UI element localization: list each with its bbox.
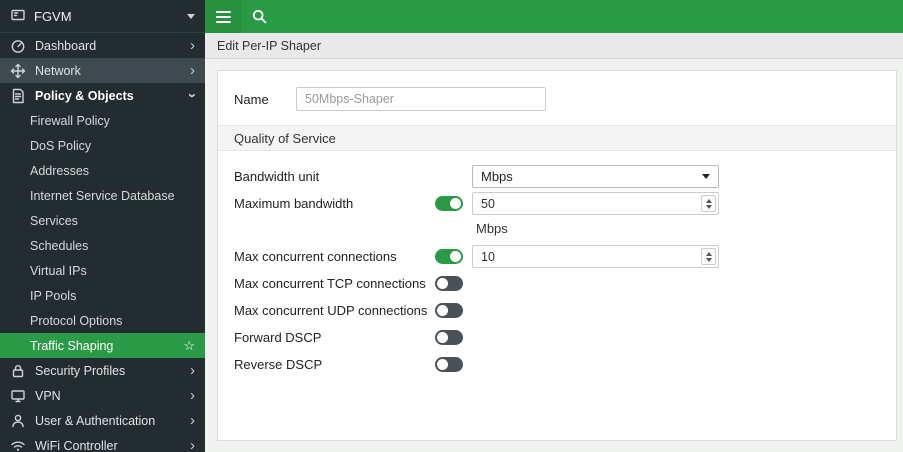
bandwidth-unit-suffix-row: Mbps (234, 217, 880, 239)
submenu-label: IP Pools (30, 288, 77, 303)
sidebar-item-vpn[interactable]: VPN › (0, 383, 205, 408)
menu-toggle-button[interactable] (205, 0, 241, 33)
sidebar-item-virtual-ips[interactable]: Virtual IPs (0, 258, 205, 283)
sidebar-item-schedules[interactable]: Schedules (0, 233, 205, 258)
chevron-right-icon: › (190, 37, 195, 54)
max-concurrent-udp-toggle[interactable] (435, 303, 463, 318)
section-title: Quality of Service (234, 131, 336, 146)
forward-dscp-row: Forward DSCP (234, 324, 880, 351)
submenu-label: Virtual IPs (30, 263, 87, 278)
name-row: Name (218, 87, 896, 111)
max-concurrent-connections-row: Max concurrent connections (234, 243, 880, 270)
search-icon (252, 9, 266, 24)
sidebar-item-label: WiFi Controller (35, 438, 118, 452)
section-header-quality-of-service: Quality of Service (218, 125, 896, 151)
max-concurrent-tcp-label: Max concurrent TCP connections (234, 276, 426, 291)
submenu-label: DoS Policy (30, 138, 92, 153)
sidebar-item-ip-pools[interactable]: IP Pools (0, 283, 205, 308)
forward-dscp-toggle[interactable] (435, 330, 463, 345)
bandwidth-unit-value: Mbps (481, 169, 513, 184)
chevron-down-icon (702, 174, 710, 179)
main-area: Edit Per-IP Shaper Name Quality of Servi… (205, 0, 903, 452)
page-title: Edit Per-IP Shaper (217, 38, 321, 53)
monitor-icon (10, 388, 26, 404)
device-icon (10, 7, 26, 26)
search-button[interactable] (241, 0, 277, 33)
max-concurrent-connections-input[interactable] (472, 245, 719, 268)
sidebar-item-dashboard[interactable]: Dashboard › (0, 33, 205, 58)
stepper-icon[interactable] (701, 248, 716, 265)
chevron-down-icon (187, 13, 195, 19)
chevron-right-icon: › (190, 437, 195, 452)
sidebar-item-label: Policy & Objects (35, 88, 134, 103)
max-concurrent-connections-toggle[interactable] (435, 249, 463, 264)
name-input[interactable] (296, 87, 546, 111)
policy-document-icon (10, 88, 26, 104)
forward-dscp-label: Forward DSCP (234, 330, 322, 345)
sidebar-item-services[interactable]: Services (0, 208, 205, 233)
submenu-label: Internet Service Database (30, 188, 175, 203)
edit-shaper-form: Name Quality of Service Bandwidth unit M… (217, 70, 897, 441)
content-area: Name Quality of Service Bandwidth unit M… (205, 59, 903, 452)
submenu-label: Addresses (30, 163, 90, 178)
sidebar-item-protocol-options[interactable]: Protocol Options (0, 308, 205, 333)
bandwidth-unit-select[interactable]: Mbps (472, 165, 719, 188)
sidebar-item-label: VPN (35, 388, 61, 403)
sidebar-item-traffic-shaping[interactable]: Traffic Shaping ☆ (0, 333, 205, 358)
topbar (205, 0, 903, 33)
device-name: FGVM (34, 8, 72, 24)
bandwidth-unit-row: Bandwidth unit Mbps (234, 163, 880, 190)
name-label: Name (234, 91, 269, 107)
submenu-label: Traffic Shaping (30, 338, 114, 353)
sidebar-item-network[interactable]: Network › (0, 58, 205, 83)
gauge-icon (10, 38, 26, 54)
user-icon (10, 413, 26, 429)
chevron-right-icon: › (190, 62, 195, 79)
sidebar-item-internet-service-database[interactable]: Internet Service Database (0, 183, 205, 208)
maximum-bandwidth-input[interactable] (472, 192, 719, 215)
sidebar-item-dos-policy[interactable]: DoS Policy (0, 133, 205, 158)
sidebar-item-addresses[interactable]: Addresses (0, 158, 205, 183)
sidebar-item-wifi-controller[interactable]: WiFi Controller › (0, 433, 205, 452)
stepper-icon[interactable] (701, 195, 716, 212)
chevron-right-icon: › (190, 362, 195, 379)
maximum-bandwidth-label: Maximum bandwidth (234, 196, 354, 211)
max-concurrent-tcp-row: Max concurrent TCP connections (234, 270, 880, 297)
sidebar-item-label: Security Profiles (35, 363, 126, 378)
chevron-down-icon: › (184, 93, 201, 98)
chevron-right-icon: › (190, 387, 195, 404)
bandwidth-unit-suffix: Mbps (476, 220, 508, 236)
device-selector[interactable]: FGVM (0, 0, 205, 33)
sidebar: FGVM Dashboard › Network › Policy & Obje… (0, 0, 205, 452)
breadcrumb: Edit Per-IP Shaper (205, 33, 903, 59)
submenu-label: Schedules (30, 238, 89, 253)
network-icon (10, 63, 26, 79)
maximum-bandwidth-toggle[interactable] (435, 196, 463, 211)
wifi-icon (10, 438, 26, 452)
sidebar-item-label: Network (35, 63, 81, 78)
sidebar-item-security-profiles[interactable]: Security Profiles › (0, 358, 205, 383)
chevron-right-icon: › (190, 412, 195, 429)
sidebar-item-label: Dashboard (35, 38, 97, 53)
lock-icon (10, 363, 26, 379)
max-concurrent-udp-row: Max concurrent UDP connections (234, 297, 880, 324)
sidebar-item-policy-objects[interactable]: Policy & Objects › (0, 83, 205, 108)
submenu-label: Protocol Options (30, 313, 123, 328)
qos-fields: Bandwidth unit Mbps Maximum bandwidth 50… (218, 151, 896, 378)
reverse-dscp-label: Reverse DSCP (234, 357, 323, 372)
max-concurrent-tcp-toggle[interactable] (435, 276, 463, 291)
submenu-label: Services (30, 213, 78, 228)
reverse-dscp-toggle[interactable] (435, 357, 463, 372)
max-concurrent-connections-label: Max concurrent connections (234, 249, 397, 264)
sidebar-item-label: User & Authentication (35, 413, 156, 428)
reverse-dscp-row: Reverse DSCP (234, 351, 880, 378)
hamburger-icon (215, 8, 231, 26)
sidebar-item-user-authentication[interactable]: User & Authentication › (0, 408, 205, 433)
max-concurrent-udp-label: Max concurrent UDP connections (234, 303, 428, 318)
submenu-label: Firewall Policy (30, 113, 110, 128)
sidebar-item-firewall-policy[interactable]: Firewall Policy (0, 108, 205, 133)
bandwidth-unit-label: Bandwidth unit (234, 169, 320, 184)
star-icon[interactable]: ☆ (183, 338, 195, 354)
maximum-bandwidth-row: Maximum bandwidth (234, 190, 880, 217)
